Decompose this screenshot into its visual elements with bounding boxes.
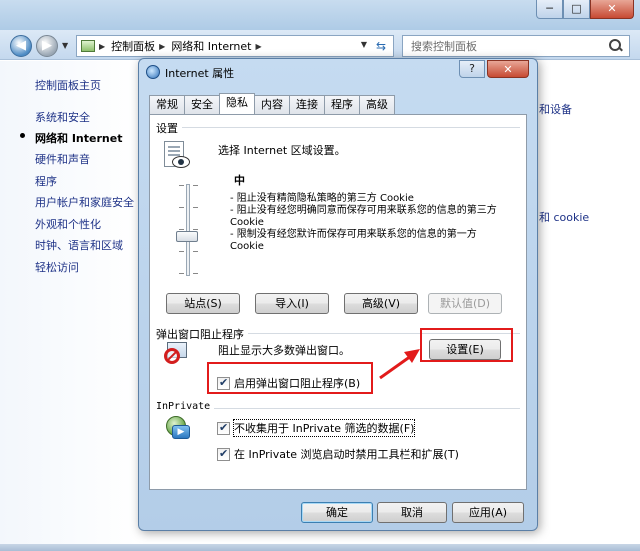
cancel-button[interactable]: 取消 [377,502,447,523]
slider-tick [179,185,184,186]
forward-button[interactable]: ▶ [36,35,58,57]
refresh-icon[interactable]: ⇆ [371,38,391,54]
dialog-titlebar: Internet 属性 ? ✕ [139,59,537,85]
disable-toolbars-label[interactable]: 在 InPrivate 浏览启动时禁用工具栏和扩展(T) [234,446,459,462]
inprivate-arrow-icon: ▶ [172,425,190,439]
dialog-close-button[interactable]: ✕ [487,60,529,78]
window-bottom-border [0,544,640,551]
tab-connections[interactable]: 连接 [289,95,325,114]
internet-globe-icon [146,65,160,79]
slider-tick [193,207,198,208]
recent-pages-dropdown[interactable]: ▼ [62,41,68,50]
slider-tick [193,273,198,274]
sidebar-item-ease-of-access[interactable]: 轻松访问 [35,259,79,275]
window-controls: ─ □ ✕ [536,0,634,19]
sidebar-item-clock-language[interactable]: 时钟、语言和区域 [35,237,123,253]
inprivate-group-label: InPrivate [156,401,215,412]
select-zone-text: 选择 Internet 区域设置。 [218,144,346,157]
popup-blocked-icon [164,342,188,366]
privacy-level-slider-track[interactable] [186,184,190,276]
maximize-button[interactable]: □ [563,0,590,19]
sites-button[interactable]: 站点(S) [166,293,240,314]
popup-group-label: 弹出窗口阻止程序 [156,326,248,342]
tab-advanced[interactable]: 高级 [359,95,395,114]
privacy-level-slider-thumb[interactable] [176,231,198,242]
arrow-left-icon: ◀ [16,38,26,53]
chevron-right-icon[interactable]: ▶ [159,42,165,51]
back-button[interactable]: ◀ [10,35,32,57]
chevron-down-icon: ▼ [62,41,69,50]
privacy-tab-panel: 设置 选择 Internet 区域设置。 中 - 阻止没有精简隐私策略的第三方 … [149,114,527,490]
privacy-level-title: 中 [234,174,245,187]
slider-tick [179,207,184,208]
search-icon[interactable] [607,37,625,55]
tab-general[interactable]: 常规 [149,95,185,114]
no-collect-inprivate-checkbox[interactable] [217,421,230,435]
tab-strip: 常规 安全 隐私 内容 连接 程序 高级 [149,93,395,114]
settings-group-label: 设置 [156,120,182,136]
search-placeholder: 搜索控制面板 [411,40,477,53]
settings-group-line [158,127,520,128]
slider-tick [193,251,198,252]
inprivate-icon: ▶ [166,416,192,442]
popup-blocker-description: 阻止显示大多数弹出窗口。 [218,344,350,357]
advanced-button[interactable]: 高级(V) [344,293,418,314]
no-entry-icon [164,348,180,364]
navigation-bar: ◀ ▶ ▼ ▶ 控制面板 ▶ 网络和 Internet ▶ ▼ ⇆ 搜索控制面板 [0,30,640,60]
sidebar-item-programs[interactable]: 程序 [35,173,57,189]
disable-toolbars-checkbox[interactable] [217,447,230,461]
address-bar[interactable]: ▶ 控制面板 ▶ 网络和 Internet ▶ ▼ ⇆ [76,35,394,57]
devices-link-fragment[interactable]: 和设备 [539,101,572,117]
internet-properties-dialog: Internet 属性 ? ✕ 常规 安全 隐私 内容 连接 程序 高级 设置 … [138,58,538,531]
chevron-right-icon[interactable]: ▶ [99,42,105,51]
tab-security[interactable]: 安全 [184,95,220,114]
control-panel-home-link[interactable]: 控制面板主页 [35,77,101,93]
slider-tick [193,185,198,186]
sidebar-item-hardware-sound[interactable]: 硬件和声音 [35,151,90,167]
highlight-box-enable-checkbox [207,362,373,394]
disable-toolbars-row[interactable]: 在 InPrivate 浏览启动时禁用工具栏和扩展(T) [217,446,459,462]
tab-privacy[interactable]: 隐私 [219,93,255,114]
slider-tick [179,251,184,252]
privacy-level-description: - 阻止没有精简隐私策略的第三方 Cookie - 阻止没有经您明确同意而保存可… [230,193,497,252]
close-button[interactable]: ✕ [590,0,634,19]
sidebar-item-appearance[interactable]: 外观和个性化 [35,216,101,232]
highlight-box-settings [420,328,513,362]
left-navigation-pane: 控制面板主页 系统和安全 网络和 Internet 硬件和声音 程序 用户帐户和… [0,61,138,551]
privacy-eye-icon [164,141,192,173]
control-panel-icon [81,40,95,52]
explorer-titlebar: ─ □ ✕ [0,0,640,30]
ok-button[interactable]: 确定 [301,502,373,523]
apply-button[interactable]: 应用(A) [452,502,524,523]
breadcrumb-network-internet[interactable]: 网络和 Internet [171,38,251,54]
chevron-right-icon[interactable]: ▶ [256,42,262,51]
default-button[interactable]: 默认值(D) [428,293,502,314]
arrow-right-icon: ▶ [42,38,52,53]
search-input[interactable]: 搜索控制面板 [402,35,630,57]
no-collect-inprivate-row[interactable]: 不收集用于 InPrivate 筛选的数据(F) [217,419,416,437]
breadcrumb-control-panel[interactable]: 控制面板 [111,38,155,54]
chevron-down-icon[interactable]: ▼ [361,40,367,49]
slider-tick [179,273,184,274]
eye-icon [172,156,190,168]
tab-content[interactable]: 内容 [254,95,290,114]
minimize-button[interactable]: ─ [536,0,563,19]
sidebar-item-network-internet[interactable]: 网络和 Internet [35,130,122,146]
no-collect-inprivate-label[interactable]: 不收集用于 InPrivate 筛选的数据(F) [232,419,416,437]
tab-programs[interactable]: 程序 [324,95,360,114]
current-item-bullet [20,133,25,138]
slider-tick [193,229,198,230]
slider-tick [179,229,184,230]
sidebar-item-system-security[interactable]: 系统和安全 [35,109,90,125]
import-button[interactable]: 导入(I) [255,293,329,314]
cookie-link-fragment[interactable]: 和 cookie [539,209,589,225]
help-button[interactable]: ? [459,60,485,78]
dialog-title: Internet 属性 [165,67,235,80]
sidebar-item-user-accounts[interactable]: 用户帐户和家庭安全 [35,194,134,210]
